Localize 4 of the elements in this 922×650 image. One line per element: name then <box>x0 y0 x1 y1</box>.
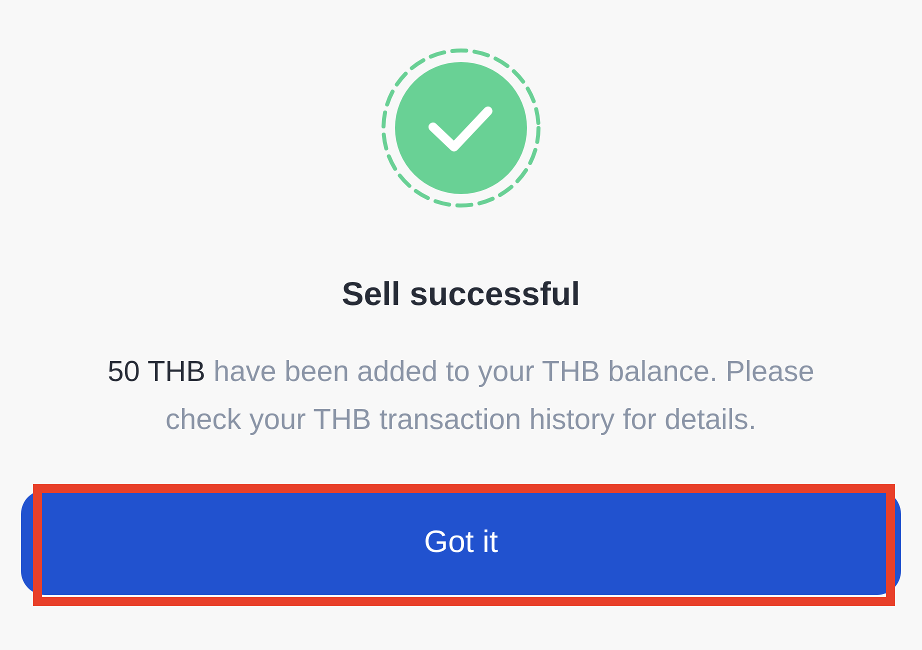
got-it-button[interactable]: Got it <box>21 490 901 595</box>
success-check-icon <box>381 48 541 208</box>
dialog-title: Sell successful <box>342 274 580 314</box>
success-message: 50 THB have been added to your THB balance. Please check your THB transaction history for details. <box>106 355 816 438</box>
